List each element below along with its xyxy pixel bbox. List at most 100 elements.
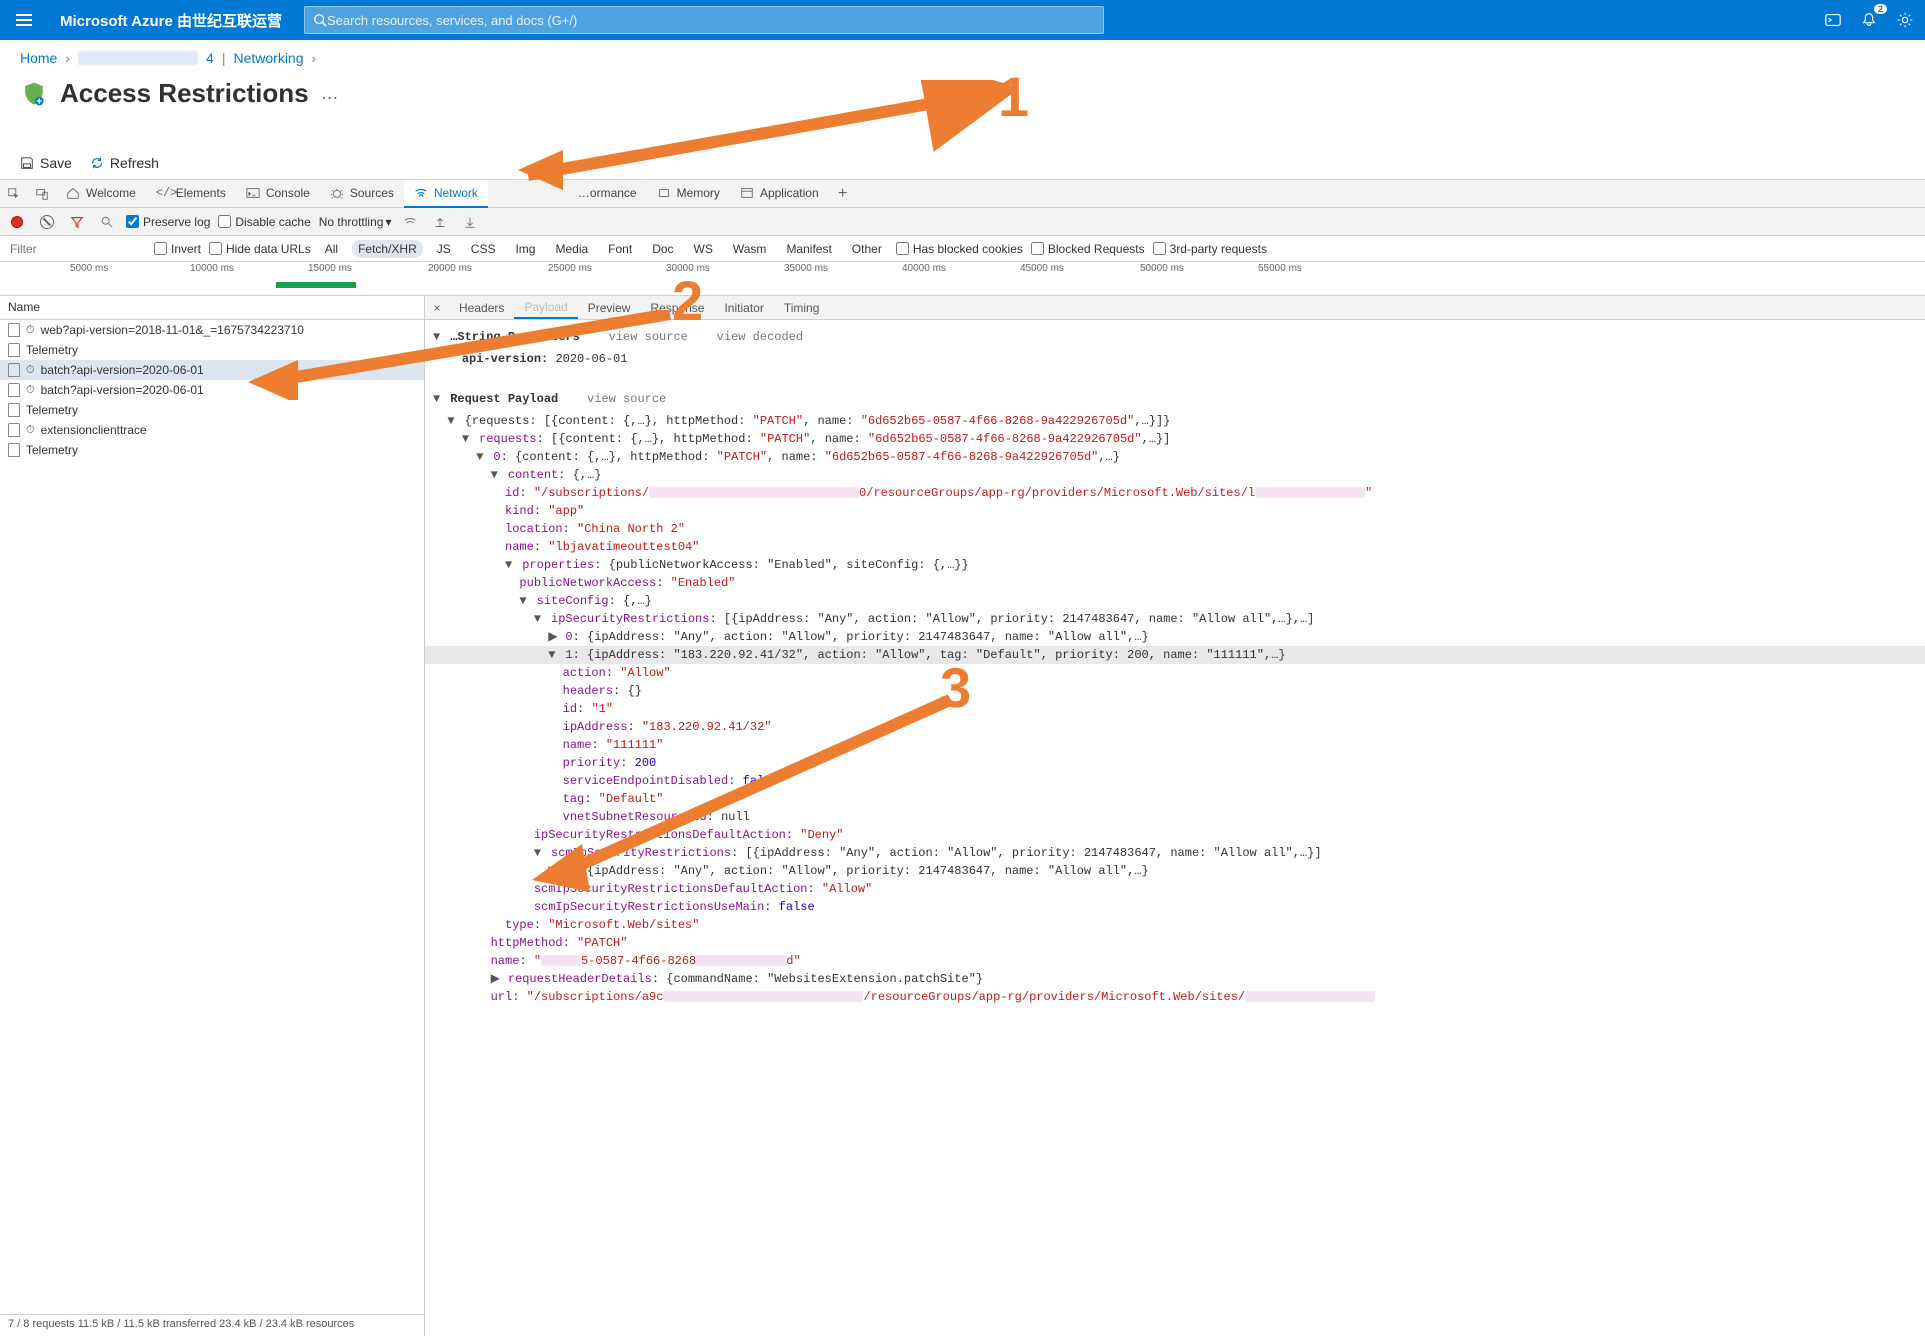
page-more[interactable]: … [321, 83, 341, 104]
request-row[interactable]: ⏱batch?api-version=2020-06-01 [0, 380, 424, 400]
json-row[interactable]: name: "lbjavatimeouttest04" [425, 538, 1925, 556]
filter-font[interactable]: Font [602, 240, 638, 258]
json-row[interactable]: name: "5-0587-4f66-8268d" [425, 952, 1925, 970]
tab-network[interactable]: Network [404, 180, 488, 208]
section-header[interactable]: ▼ Request Payload view source [425, 386, 1925, 412]
json-row[interactable]: scmIpSecurityRestrictionsUseMain: false [425, 898, 1925, 916]
json-row[interactable]: ipSecurityRestrictionsDefaultAction: "De… [425, 826, 1925, 844]
inspect-icon[interactable] [0, 180, 28, 208]
settings-icon[interactable] [1893, 8, 1917, 32]
blocked-requests-checkbox[interactable]: Blocked Requests [1031, 242, 1145, 256]
notifications-icon[interactable]: 2 [1857, 8, 1881, 32]
json-row[interactable]: kind: "app" [425, 502, 1925, 520]
filter-fetch-xhr[interactable]: Fetch/XHR [352, 240, 423, 258]
filter-css[interactable]: CSS [465, 240, 502, 258]
import-icon[interactable] [429, 215, 451, 229]
search-input[interactable] [327, 13, 1095, 28]
filter-wasm[interactable]: Wasm [727, 240, 773, 258]
record-button[interactable] [6, 216, 28, 228]
json-row[interactable]: serviceEndpointDisabled: false [425, 772, 1925, 790]
tab-headers[interactable]: Headers [449, 298, 514, 318]
request-row[interactable]: Telemetry [0, 440, 424, 460]
request-row[interactable]: ⏱batch?api-version=2020-06-01 [0, 360, 424, 380]
json-row[interactable]: url: "/subscriptions/a9c/resourceGroups/… [425, 988, 1925, 1006]
tab-preview[interactable]: Preview [578, 298, 641, 318]
json-row[interactable]: ▼ {requests: [{content: {,…}, httpMethod… [425, 412, 1925, 430]
preserve-log-checkbox[interactable]: Preserve log [126, 215, 210, 229]
filter-media[interactable]: Media [549, 240, 594, 258]
tab-payload[interactable]: Payload [514, 297, 577, 319]
menu-button[interactable] [0, 0, 48, 40]
filter-img[interactable]: Img [509, 240, 541, 258]
request-row[interactable]: ⏱web?api-version=2018-11-01&_=1675734223… [0, 320, 424, 340]
tab-console[interactable]: Console [236, 180, 320, 208]
filter-manifest[interactable]: Manifest [780, 240, 837, 258]
json-row[interactable]: ▼ content: {,…} [425, 466, 1925, 484]
json-row[interactable]: scmIpSecurityRestrictionsDefaultAction: … [425, 880, 1925, 898]
filter-other[interactable]: Other [846, 240, 888, 258]
filter-ws[interactable]: WS [688, 240, 719, 258]
tab-sources[interactable]: Sources [320, 180, 404, 208]
invert-checkbox[interactable]: Invert [154, 242, 201, 256]
json-row[interactable]: ▶ 0: {ipAddress: "Any", action: "Allow",… [425, 862, 1925, 880]
global-search[interactable] [304, 6, 1104, 34]
json-row[interactable]: vnetSubnetResourceId: null [425, 808, 1925, 826]
close-details[interactable]: × [425, 301, 449, 315]
json-row[interactable]: ▼ ipSecurityRestrictions: [{ipAddress: "… [425, 610, 1925, 628]
export-icon[interactable] [459, 215, 481, 229]
cloud-shell-icon[interactable] [1821, 8, 1845, 32]
search-button[interactable] [96, 215, 118, 229]
tab-elements[interactable]: </>Elements [146, 180, 236, 208]
tab-memory[interactable]: Memory [647, 180, 730, 208]
add-tab-icon[interactable]: + [829, 180, 857, 208]
refresh-button[interactable]: Refresh [90, 155, 159, 171]
filter-doc[interactable]: Doc [646, 240, 679, 258]
tab-timing[interactable]: Timing [774, 298, 830, 318]
json-row[interactable]: name: "111111" [425, 736, 1925, 754]
json-row[interactable]: priority: 200 [425, 754, 1925, 772]
device-icon[interactable] [28, 180, 56, 208]
json-row[interactable]: ipAddress: "183.220.92.41/32" [425, 718, 1925, 736]
filter-toggle[interactable] [66, 215, 88, 229]
json-row[interactable]: id: "1" [425, 700, 1925, 718]
json-row[interactable]: action: "Allow" [425, 664, 1925, 682]
tab-response[interactable]: Response [640, 298, 714, 318]
json-row[interactable]: id: "/subscriptions/0/resourceGroups/app… [425, 484, 1925, 502]
json-row[interactable]: ▶ requestHeaderDetails: {commandName: "W… [425, 970, 1925, 988]
throttling-select[interactable]: No throttling▾ [319, 215, 392, 229]
blocked-cookies-checkbox[interactable]: Has blocked cookies [896, 242, 1023, 256]
json-row[interactable]: ▼ scmIpSecurityRestrictions: [{ipAddress… [425, 844, 1925, 862]
request-row[interactable]: Telemetry [0, 340, 424, 360]
json-row[interactable]: location: "China North 2" [425, 520, 1925, 538]
tab-initiator[interactable]: Initiator [714, 298, 773, 318]
json-row[interactable]: ▶ 0: {ipAddress: "Any", action: "Allow",… [425, 628, 1925, 646]
json-row[interactable]: httpMethod: "PATCH" [425, 934, 1925, 952]
json-row[interactable]: headers: {} [425, 682, 1925, 700]
json-row[interactable]: api-version: 2020-06-01 [425, 350, 1925, 368]
json-row[interactable]: publicNetworkAccess: "Enabled" [425, 574, 1925, 592]
breadcrumb-networking[interactable]: Networking [233, 50, 303, 66]
network-timeline[interactable]: 5000 ms 10000 ms 15000 ms 20000 ms 25000… [0, 262, 1925, 296]
hide-data-urls-checkbox[interactable]: Hide data URLs [209, 242, 311, 256]
json-row[interactable]: ▼ requests: [{content: {,…}, httpMethod:… [425, 430, 1925, 448]
json-row[interactable]: tag: "Default" [425, 790, 1925, 808]
filter-input[interactable] [6, 240, 146, 258]
filter-js[interactable]: JS [431, 240, 457, 258]
json-row[interactable]: type: "Microsoft.Web/sites" [425, 916, 1925, 934]
tab-performance[interactable]: …ormance [568, 180, 647, 208]
json-row[interactable]: ▼ 1: {ipAddress: "183.220.92.41/32", act… [425, 646, 1925, 664]
json-row[interactable]: ▼ properties: {publicNetworkAccess: "Ena… [425, 556, 1925, 574]
clear-button[interactable] [36, 215, 58, 229]
tab-welcome[interactable]: Welcome [56, 180, 146, 208]
disable-cache-checkbox[interactable]: Disable cache [218, 215, 310, 229]
request-row[interactable]: Telemetry [0, 400, 424, 420]
breadcrumb-home[interactable]: Home [20, 50, 57, 66]
json-row[interactable]: ▼ siteConfig: {,…} [425, 592, 1925, 610]
tab-application[interactable]: Application [730, 180, 829, 208]
save-button[interactable]: Save [20, 155, 72, 171]
filter-all[interactable]: All [319, 240, 344, 258]
network-conditions-icon[interactable] [399, 215, 421, 229]
section-header[interactable]: ▼ …String Parameters view source view de… [425, 324, 1925, 350]
third-party-checkbox[interactable]: 3rd-party requests [1153, 242, 1267, 256]
request-row[interactable]: ⏱extensionclienttrace [0, 420, 424, 440]
